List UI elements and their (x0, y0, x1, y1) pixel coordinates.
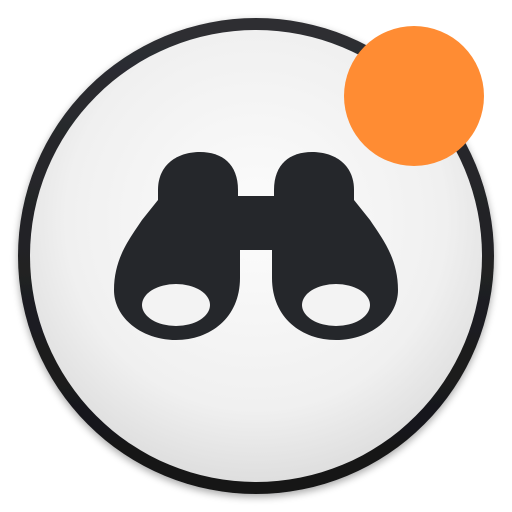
app-icon-graphic (18, 18, 494, 494)
app-icon[interactable] (0, 0, 512, 512)
right-lens (302, 284, 370, 326)
left-lens (142, 284, 210, 326)
notification-badge (344, 26, 484, 166)
